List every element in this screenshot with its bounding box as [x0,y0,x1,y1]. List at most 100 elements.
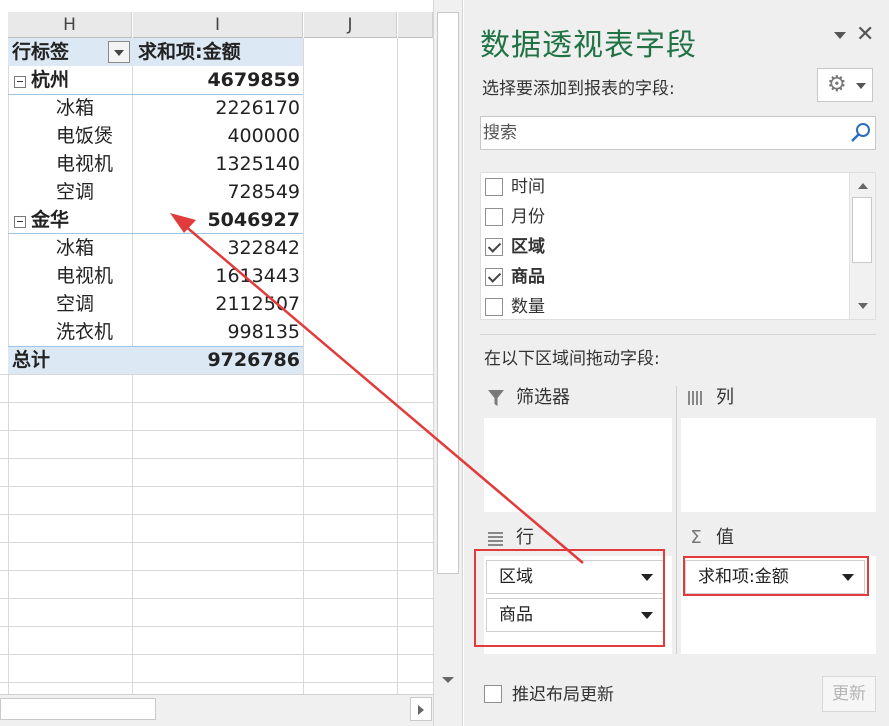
item-label[interactable]: 电视机 [56,262,113,290]
scroll-right-arrow-icon[interactable] [410,697,432,721]
highlight-box-rows [474,549,665,647]
field-checkbox-checked[interactable] [485,238,503,256]
vertical-scrollbar[interactable] [433,0,463,726]
drag-fields-label: 在以下区域间拖动字段: [484,349,660,369]
item-label[interactable]: 冰箱 [56,94,94,122]
item-value[interactable]: 2226170 [134,94,300,122]
grand-total-value[interactable]: 9726786 [134,346,300,374]
column-header-i[interactable]: I [133,12,303,38]
columns-area-header: 列 [686,384,866,412]
field-label: 区域 [511,237,545,257]
field-item-region[interactable]: 区域 [485,233,845,261]
horizontal-scroll-thumb[interactable] [0,698,156,720]
field-list-scroll-thumb[interactable] [852,197,872,263]
values-area-label: 值 [716,527,734,548]
vertical-scroll-thumb[interactable] [437,12,459,574]
field-item-time[interactable]: 时间 [485,173,845,201]
item-value[interactable]: 1613443 [134,262,300,290]
field-item-month[interactable]: 月份 [485,203,845,231]
scroll-down-arrow-icon[interactable] [437,668,459,692]
grid-line [0,374,433,375]
scroll-down-arrow-icon[interactable] [858,303,868,309]
grid-line [0,626,433,627]
item-label[interactable]: 冰箱 [56,234,94,262]
search-input[interactable] [483,119,843,147]
grid-line [397,38,398,694]
field-list[interactable]: 时间 月份 区域 商品 数量 [480,172,876,320]
grid-line [0,654,433,655]
grid-line [0,514,433,515]
pane-options-chevron-down-icon[interactable] [834,32,846,39]
scroll-up-arrow-icon[interactable] [858,183,868,189]
field-item-quantity[interactable]: 数量 [485,293,845,319]
spreadsheet-grid[interactable]: H I J 行标签 求和项:金额 杭州 4679859 冰箱 2226170 电… [0,0,433,726]
rows-icon [488,532,503,546]
grand-total-label[interactable]: 总计 [12,346,50,374]
columns-drop-area[interactable] [681,418,876,512]
item-label[interactable]: 电视机 [56,150,113,178]
horizontal-scrollbar[interactable] [0,694,433,726]
item-value[interactable]: 322842 [134,234,300,262]
group-label-jinhua[interactable]: 金华 [31,206,69,234]
update-button[interactable]: 更新 [822,676,876,712]
field-label: 月份 [511,207,545,227]
field-checkbox[interactable] [485,178,503,196]
choose-fields-label: 选择要添加到报表的字段: [482,79,675,99]
area-separator [676,386,677,654]
grid-line [0,570,433,571]
item-label[interactable]: 空调 [56,178,94,206]
item-value[interactable]: 998135 [134,318,300,346]
excel-window: H I J 行标签 求和项:金额 杭州 4679859 冰箱 2226170 电… [0,0,889,726]
filters-area-label: 筛选器 [516,387,570,408]
grid-line [0,682,433,683]
grid-line [303,38,304,694]
item-label[interactable]: 电饭煲 [56,122,113,150]
item-value[interactable]: 1325140 [134,150,300,178]
value-header[interactable]: 求和项:金额 [138,38,241,66]
grid-line [0,430,433,431]
item-label[interactable]: 空调 [56,290,94,318]
rows-area-label: 行 [516,527,534,548]
grid-line [0,458,433,459]
field-checkbox-checked[interactable] [485,268,503,286]
grid-line [0,598,433,599]
columns-area-label: 列 [716,387,734,408]
row-filter-dropdown-button[interactable] [108,41,130,63]
field-settings-button[interactable]: ⚙ [817,68,873,102]
group-total-hangzhou[interactable]: 4679859 [134,66,300,94]
row-labels-header[interactable]: 行标签 [12,38,69,66]
highlight-box-values [683,556,869,596]
filters-drop-area[interactable] [484,418,672,512]
sigma-icon: Σ [690,527,702,548]
columns-icon [688,391,702,405]
field-label: 时间 [511,177,545,197]
field-label: 数量 [511,297,545,317]
group-label-hangzhou[interactable]: 杭州 [31,66,69,94]
values-area-header: Σ 值 [686,524,866,552]
item-value[interactable]: 400000 [134,122,300,150]
filters-area-header: 筛选器 [486,384,666,412]
defer-update-checkbox[interactable] [484,685,502,703]
field-list-scrollbar[interactable] [849,173,875,319]
grid-line [0,542,433,543]
field-checkbox[interactable] [485,298,503,316]
column-header-j[interactable]: J [304,12,397,38]
defer-update-label: 推迟布局更新 [512,685,614,705]
search-icon[interactable] [849,121,873,145]
search-box[interactable] [480,116,876,150]
item-value[interactable]: 728549 [134,178,300,206]
funnel-icon [488,390,504,406]
item-value[interactable]: 2112507 [134,290,300,318]
column-header-h[interactable]: H [8,12,132,38]
grid-line [0,402,433,403]
item-label[interactable]: 洗衣机 [56,318,113,346]
group-total-jinhua[interactable]: 5046927 [134,206,300,234]
column-header-next[interactable] [398,12,433,38]
rows-area-header: 行 [486,524,666,552]
collapse-jinhua-button[interactable] [14,216,26,228]
field-item-product[interactable]: 商品 [485,263,845,291]
collapse-hangzhou-button[interactable] [14,76,26,88]
field-checkbox[interactable] [485,208,503,226]
grid-line [0,486,433,487]
close-icon[interactable]: ✕ [856,22,874,48]
